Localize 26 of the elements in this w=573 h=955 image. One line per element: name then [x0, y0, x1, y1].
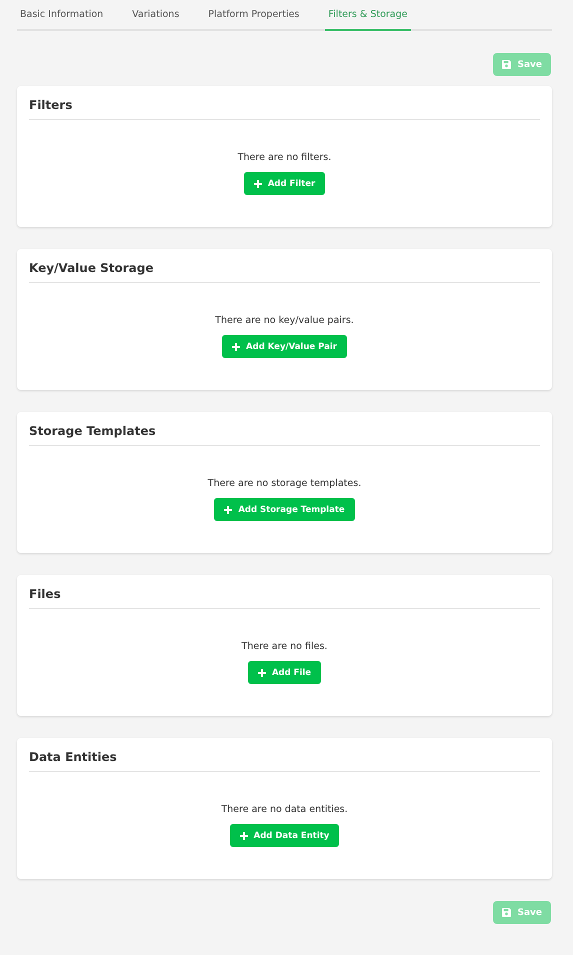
- plus-icon: [232, 342, 240, 350]
- save-icon: [502, 60, 512, 69]
- tab[interactable]: Variations: [129, 0, 192, 31]
- section-title: Key/Value Storage: [29, 261, 540, 283]
- tab[interactable]: Filters & Storage: [325, 0, 410, 31]
- plus-icon: [240, 832, 248, 840]
- plus-icon: [258, 668, 266, 676]
- add-button[interactable]: Add Filter: [244, 172, 326, 195]
- empty-message: There are no key/value pairs.: [214, 315, 355, 326]
- add-button[interactable]: Add Data Entity: [230, 824, 340, 847]
- tab[interactable]: Basic Information: [17, 0, 116, 31]
- plus-icon: [224, 506, 232, 514]
- empty-message: There are no data entities.: [220, 804, 349, 815]
- add-button[interactable]: Add Key/Value Pair: [222, 335, 347, 358]
- section-title: Files: [29, 587, 540, 609]
- empty-message: There are no files.: [240, 641, 328, 652]
- empty-message: There are no storage templates.: [206, 478, 362, 489]
- section-title: Data Entities: [29, 750, 540, 772]
- add-button[interactable]: Add Storage Template: [214, 498, 355, 521]
- tab[interactable]: Platform Properties: [205, 0, 312, 31]
- add-button[interactable]: Add File: [248, 661, 322, 684]
- section-title: Storage Templates: [29, 424, 540, 446]
- save-icon: [502, 908, 512, 917]
- empty-message: There are no filters.: [236, 152, 332, 163]
- plus-icon: [254, 180, 262, 188]
- section-title: Filters: [29, 98, 540, 120]
